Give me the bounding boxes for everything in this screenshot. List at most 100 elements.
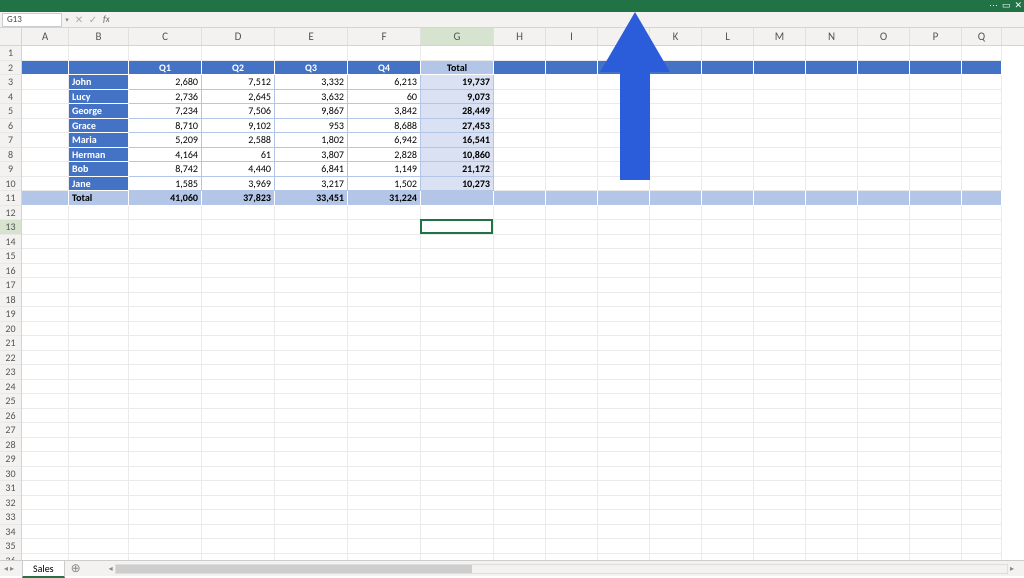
cell-B[interactable]: [69, 307, 129, 322]
cell-C[interactable]: [129, 235, 202, 250]
cell-A[interactable]: [22, 293, 69, 308]
cell-F[interactable]: [348, 510, 421, 525]
row-header-24[interactable]: 24: [0, 380, 21, 395]
cell-C[interactable]: [129, 467, 202, 482]
cell-K[interactable]: [650, 191, 702, 206]
cell-Q[interactable]: [962, 394, 1002, 409]
cell-I[interactable]: [546, 351, 598, 366]
table-q1-cell[interactable]: 7,234: [129, 104, 202, 119]
sheet-tab-active[interactable]: Sales: [22, 560, 65, 578]
table-grand-total[interactable]: [421, 191, 494, 206]
cell-M[interactable]: [754, 293, 806, 308]
column-header-P[interactable]: P: [910, 28, 962, 45]
cell-L[interactable]: [702, 235, 754, 250]
cell-L[interactable]: [702, 264, 754, 279]
cell-L[interactable]: [702, 409, 754, 424]
cell-Q[interactable]: [962, 46, 1002, 61]
cell-C[interactable]: [129, 438, 202, 453]
cell-E[interactable]: [275, 293, 348, 308]
cell-D[interactable]: [202, 365, 275, 380]
cell-J[interactable]: [598, 249, 650, 264]
cell-E[interactable]: [275, 525, 348, 540]
cell-H[interactable]: [494, 90, 546, 105]
row-header-14[interactable]: 14: [0, 235, 21, 250]
cell-O[interactable]: [858, 365, 910, 380]
table-name-cell[interactable]: Grace: [69, 119, 129, 134]
cell-Q[interactable]: [962, 293, 1002, 308]
cell-L[interactable]: [702, 322, 754, 337]
cell-I[interactable]: [546, 61, 598, 76]
cell-F[interactable]: [348, 249, 421, 264]
cell-I[interactable]: [546, 394, 598, 409]
cell-A[interactable]: [22, 539, 69, 554]
cell-M[interactable]: [754, 162, 806, 177]
cell-A[interactable]: [22, 249, 69, 264]
cell-B[interactable]: [69, 206, 129, 221]
cell-E[interactable]: [275, 409, 348, 424]
cell-O[interactable]: [858, 133, 910, 148]
cell-K[interactable]: [650, 133, 702, 148]
cell-M[interactable]: [754, 46, 806, 61]
cell-A[interactable]: [22, 75, 69, 90]
row-header-25[interactable]: 25: [0, 394, 21, 409]
cell-L[interactable]: [702, 438, 754, 453]
cell-L[interactable]: [702, 539, 754, 554]
cell-F[interactable]: [348, 220, 421, 235]
cell-Q[interactable]: [962, 278, 1002, 293]
table-q1-cell[interactable]: 2,736: [129, 90, 202, 105]
row-header-27[interactable]: 27: [0, 423, 21, 438]
cell-A[interactable]: [22, 423, 69, 438]
row-header-5[interactable]: 5: [0, 104, 21, 119]
cell-N[interactable]: [806, 481, 858, 496]
cell-D[interactable]: [202, 525, 275, 540]
cell-K[interactable]: [650, 467, 702, 482]
table-q1-cell[interactable]: 1,585: [129, 177, 202, 192]
cell-N[interactable]: [806, 75, 858, 90]
cell-B[interactable]: [69, 467, 129, 482]
cell-B[interactable]: [69, 380, 129, 395]
cell-A[interactable]: [22, 452, 69, 467]
cell-I[interactable]: [546, 278, 598, 293]
cell-E[interactable]: [275, 394, 348, 409]
cell-G[interactable]: [421, 481, 494, 496]
cell-B[interactable]: [69, 46, 129, 61]
cell-H[interactable]: [494, 75, 546, 90]
table-q1-cell[interactable]: 5,209: [129, 133, 202, 148]
cell-O[interactable]: [858, 539, 910, 554]
cell-J[interactable]: [598, 133, 650, 148]
cell-P[interactable]: [910, 206, 962, 221]
table-total-cell[interactable]: 10,860: [421, 148, 494, 163]
cell-Q[interactable]: [962, 438, 1002, 453]
cell-G[interactable]: [421, 394, 494, 409]
cell-B[interactable]: [69, 452, 129, 467]
cell-Q[interactable]: [962, 409, 1002, 424]
table-q2-cell[interactable]: 61: [202, 148, 275, 163]
cell-J[interactable]: [598, 264, 650, 279]
cell-P[interactable]: [910, 336, 962, 351]
row-header-17[interactable]: 17: [0, 278, 21, 293]
row-header-10[interactable]: 10: [0, 177, 21, 192]
cell-F[interactable]: [348, 496, 421, 511]
table-q3-cell[interactable]: 3,632: [275, 90, 348, 105]
cell-M[interactable]: [754, 75, 806, 90]
cell-M[interactable]: [754, 278, 806, 293]
cell-N[interactable]: [806, 220, 858, 235]
cell-D[interactable]: [202, 452, 275, 467]
cell-L[interactable]: [702, 191, 754, 206]
cell-G[interactable]: [421, 423, 494, 438]
table-q2-cell[interactable]: 9,102: [202, 119, 275, 134]
cell-Q[interactable]: [962, 104, 1002, 119]
cell-G[interactable]: [421, 452, 494, 467]
table-name-cell[interactable]: Bob: [69, 162, 129, 177]
cell-C[interactable]: [129, 525, 202, 540]
cell-J[interactable]: [598, 235, 650, 250]
cell-P[interactable]: [910, 452, 962, 467]
cell-O[interactable]: [858, 235, 910, 250]
column-header-F[interactable]: F: [348, 28, 421, 45]
cell-G[interactable]: [421, 249, 494, 264]
cell-A[interactable]: [22, 191, 69, 206]
table-name-cell[interactable]: Jane: [69, 177, 129, 192]
cell-O[interactable]: [858, 380, 910, 395]
cell-M[interactable]: [754, 206, 806, 221]
cell-M[interactable]: [754, 351, 806, 366]
